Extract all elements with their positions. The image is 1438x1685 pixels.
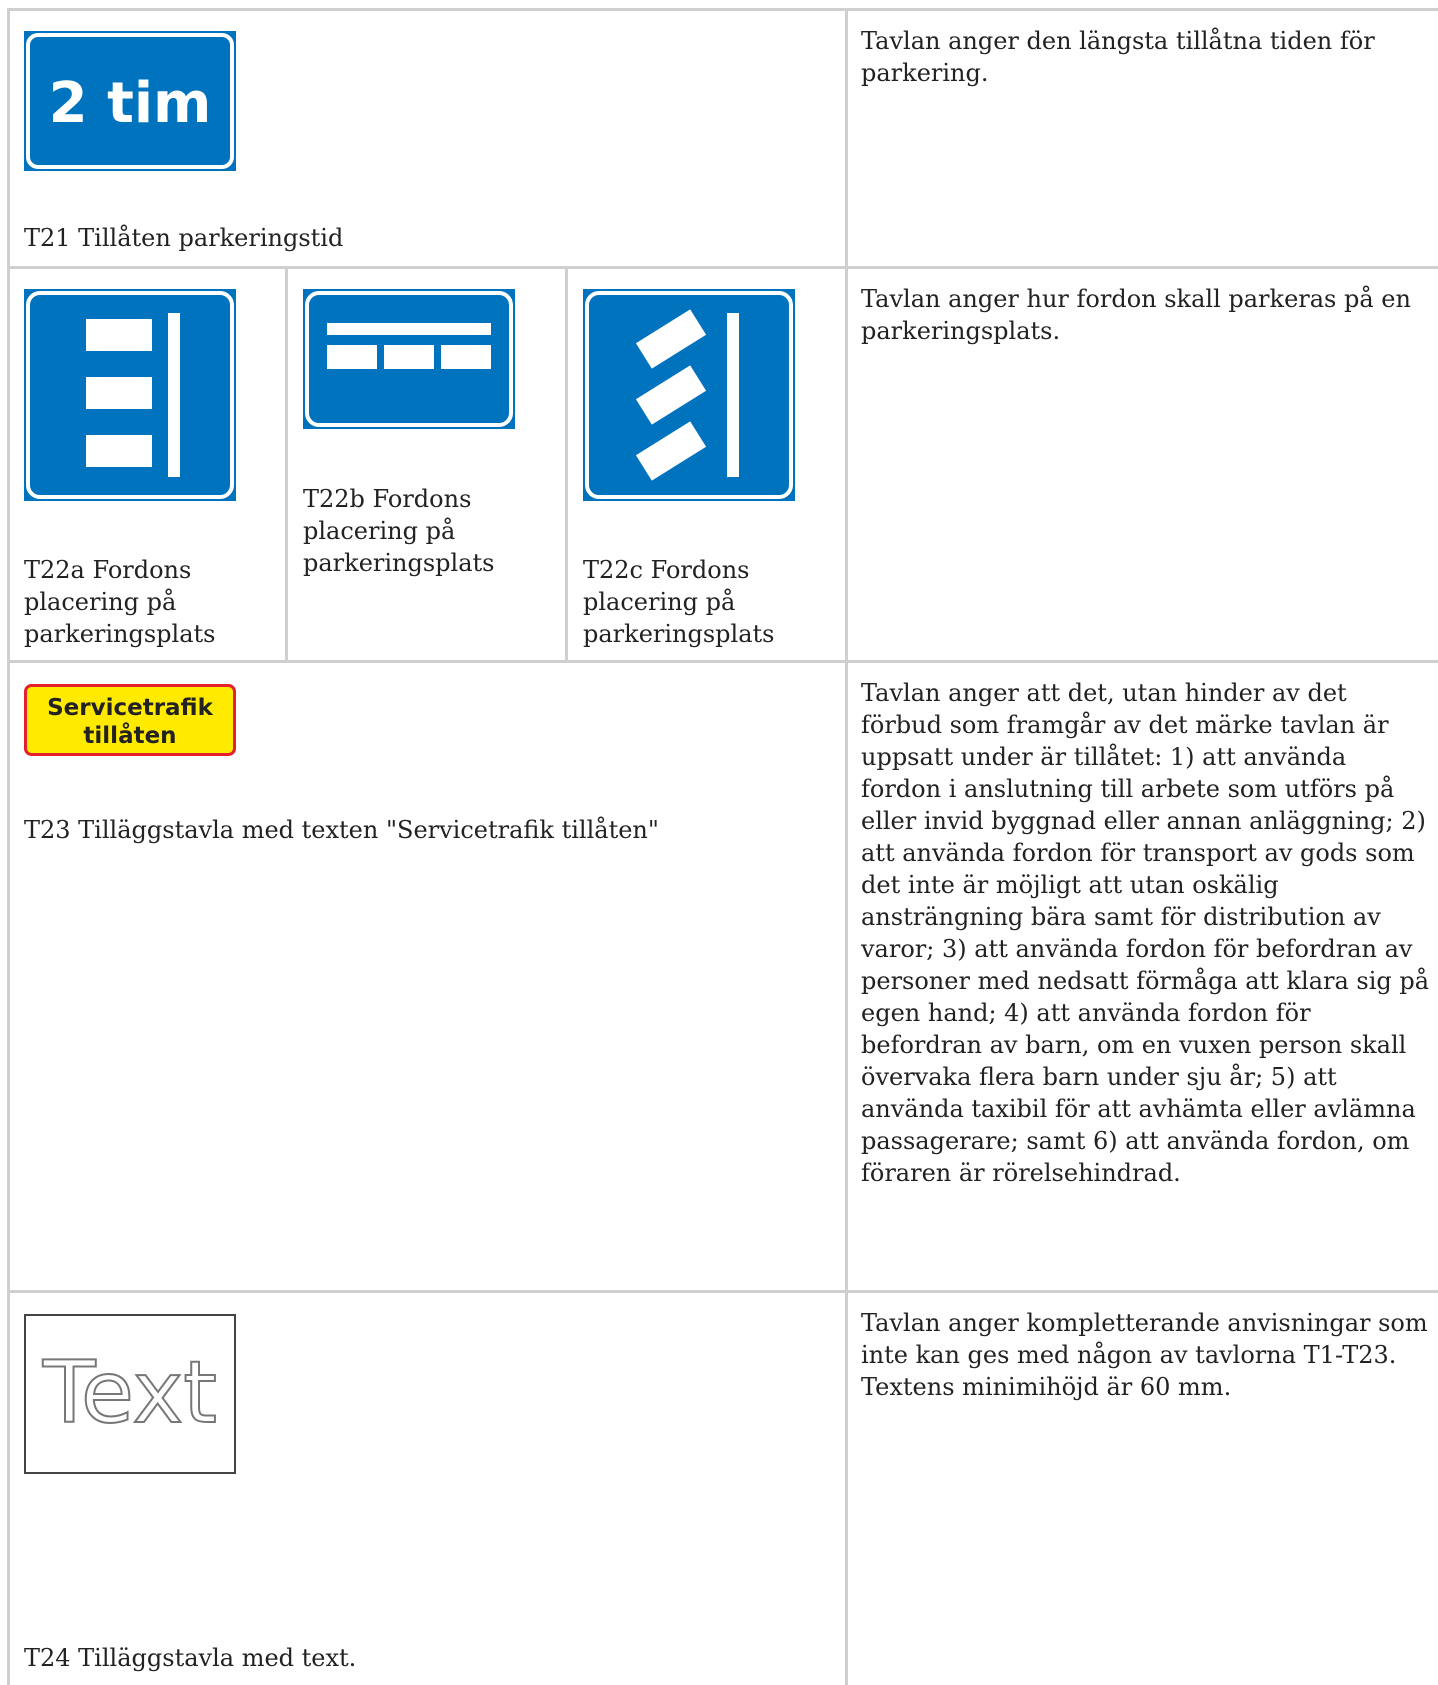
parking-time-sign-icon: 2 tim [24, 31, 236, 171]
vehicle-placement-sign-b-icon [303, 289, 515, 429]
text-sign-icon: Text [24, 1314, 236, 1474]
sign-caption: T22b Fordons placering på parkeringsplat… [303, 485, 495, 577]
sign-text-line2: tillåten [83, 722, 176, 749]
sign-description: Tavlan anger den längsta tillåtna tiden … [861, 27, 1375, 87]
service-traffic-sign-icon: Servicetrafik tillåten [24, 684, 236, 756]
column-divider [565, 266, 568, 663]
row-divider [7, 266, 1438, 269]
sign-table: 2 tim T21 Tillåten parkeringstid Tavlan … [7, 8, 1438, 1685]
sign-caption: T22a Fordons placering på parkeringsplat… [24, 556, 216, 648]
sign-caption: T21 Tillåten parkeringstid [24, 224, 344, 252]
table-border-top [7, 8, 1438, 11]
sign-description: Tavlan anger kompletterande anvisningar … [861, 1309, 1428, 1401]
table-border-left [7, 8, 10, 1685]
sign-text: 2 tim [49, 71, 212, 136]
row-divider [7, 660, 1438, 663]
column-divider [845, 8, 848, 1685]
vehicle-placement-sign-a-icon [24, 289, 236, 501]
sign-caption: T24 Tilläggstavla med text. [24, 1644, 357, 1672]
sign-description: Tavlan anger att det, utan hinder av det… [861, 679, 1430, 1187]
column-divider [285, 266, 288, 663]
sign-caption: T23 Tilläggstavla med texten "Servicetra… [24, 816, 659, 844]
sign-description: Tavlan anger hur fordon skall parkeras p… [861, 285, 1411, 345]
sign-caption: T22c Fordons placering på parkeringsplat… [583, 556, 775, 648]
sign-text: Text [42, 1343, 217, 1443]
sign-text-line1: Servicetrafik [47, 695, 214, 721]
vehicle-placement-sign-c-icon [583, 289, 795, 501]
row-divider [7, 1290, 1438, 1293]
